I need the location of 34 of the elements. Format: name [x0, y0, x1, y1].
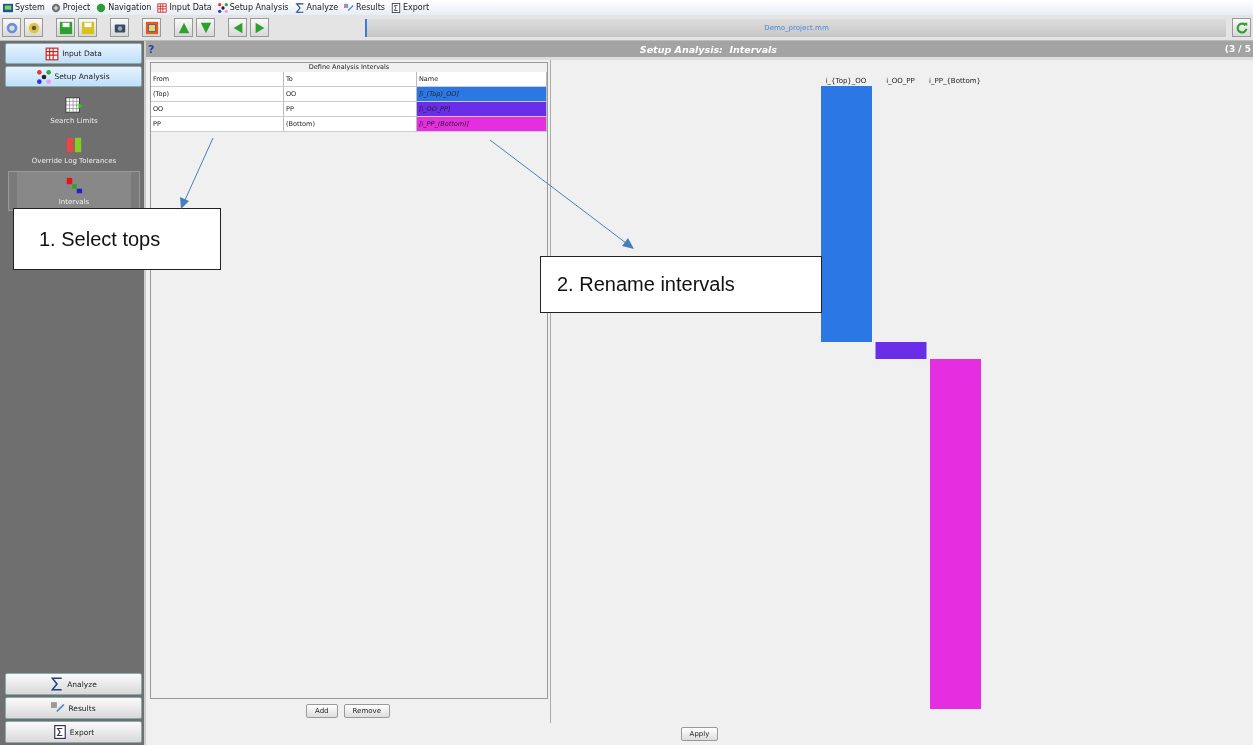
grid-icon [157, 2, 168, 13]
menu-item[interactable]: Analyze [294, 2, 339, 13]
results-icon [344, 2, 355, 13]
system-icon [3, 2, 13, 13]
step-counter: (3 / 5 [1224, 44, 1251, 54]
refresh-icon[interactable] [1232, 18, 1251, 37]
menu-item[interactable]: Navigation [96, 2, 152, 13]
setup-icon [217, 2, 228, 13]
export-icon [390, 2, 401, 13]
grid-icon [45, 46, 60, 61]
limits-icon [65, 95, 83, 114]
callout-box: 2. Rename intervals [540, 256, 822, 313]
menu-item[interactable]: Results [344, 2, 385, 13]
export-icon [52, 725, 67, 739]
menu-item[interactable]: Project [50, 2, 91, 13]
sigma-icon [50, 677, 65, 691]
save-as-icon[interactable] [78, 18, 97, 37]
menu-item[interactable]: System [3, 2, 45, 13]
save-icon[interactable] [56, 18, 75, 37]
arrow [180, 137, 214, 209]
callout-box: 1. Select tops [13, 208, 221, 270]
menu-item[interactable]: Export [390, 2, 430, 13]
camera-icon[interactable] [110, 18, 129, 37]
help-icon[interactable]: ? [148, 42, 162, 56]
frame-icon[interactable] [142, 18, 161, 37]
intervals-icon [65, 176, 83, 195]
project-icon [50, 2, 61, 13]
setup-icon [37, 69, 52, 84]
menu-item[interactable]: Input Data [157, 2, 212, 13]
page-title: Setup Analysis: Intervals [638, 43, 778, 55]
sigma-icon [294, 2, 305, 13]
menu-item[interactable]: Setup Analysis [217, 2, 289, 13]
results-icon [51, 701, 66, 715]
navigation-icon [96, 2, 107, 13]
